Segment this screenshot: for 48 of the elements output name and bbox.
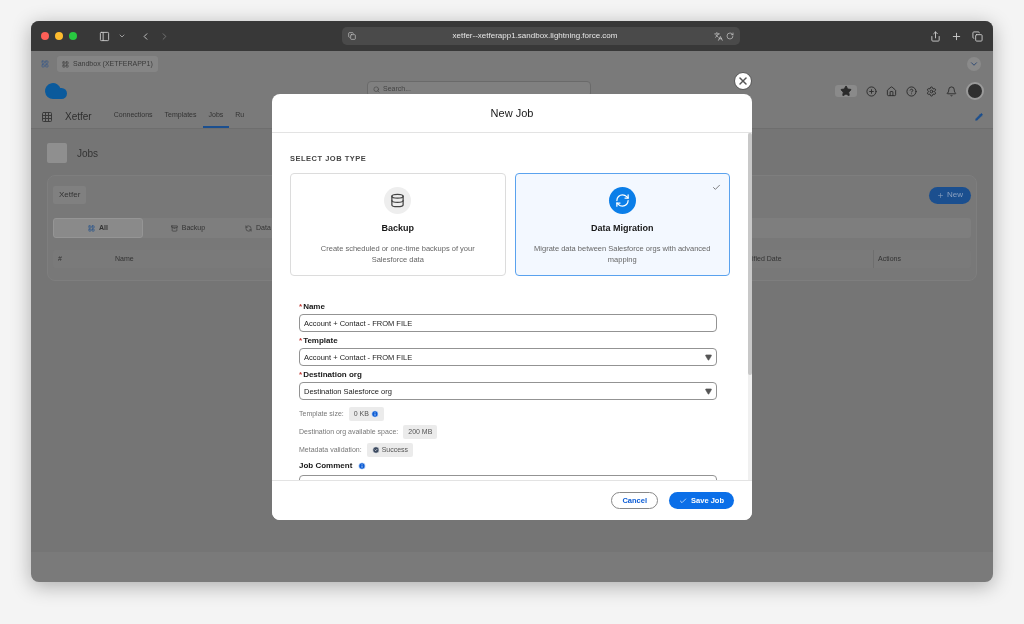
grid-icon	[62, 60, 69, 68]
close-icon	[737, 75, 749, 87]
database-icon	[384, 187, 412, 215]
share-icon[interactable]	[930, 30, 941, 42]
search-icon	[373, 85, 380, 93]
info-icon	[370, 410, 379, 419]
favorites-icon[interactable]	[835, 85, 857, 97]
close-button[interactable]	[734, 72, 752, 90]
card-title: Data Migration	[591, 222, 654, 236]
field-label: Template	[303, 336, 338, 347]
new-tab-icon[interactable]	[951, 30, 962, 42]
field-label: Name	[303, 302, 325, 313]
info-icon	[358, 462, 367, 471]
card-title: Backup	[381, 222, 414, 236]
caret-icon	[705, 353, 712, 361]
required-mark: *	[299, 370, 303, 381]
field-label: Destination org	[303, 370, 362, 381]
app-launcher-icon[interactable]	[41, 110, 53, 123]
add-icon[interactable]	[866, 85, 877, 97]
check-circle-icon	[371, 446, 380, 455]
bell-icon[interactable]	[946, 85, 957, 97]
card-badge: Xetfer	[53, 186, 87, 204]
help-icon[interactable]	[906, 85, 917, 97]
field-label: Job Comment	[299, 460, 353, 473]
avatar[interactable]	[966, 82, 984, 100]
required-mark: *	[299, 302, 303, 313]
grid-icon	[88, 224, 95, 232]
required-mark: *	[299, 336, 303, 347]
page-title: Jobs	[77, 146, 99, 161]
new-button[interactable]: New	[929, 186, 971, 204]
home-icon[interactable]	[886, 85, 897, 97]
check-icon	[712, 183, 721, 193]
sync-icon	[245, 224, 252, 232]
chevron-down-icon[interactable]	[118, 32, 126, 40]
modal-title: New Job	[490, 105, 534, 121]
translate-icon[interactable]	[714, 31, 723, 41]
reload-icon[interactable]	[726, 32, 734, 40]
app-name: Xetfer	[65, 110, 92, 124]
caret-icon	[705, 387, 712, 395]
edit-icon[interactable]	[975, 112, 983, 121]
check-icon	[679, 496, 688, 505]
settings-icon[interactable]	[926, 85, 937, 97]
tabs-icon[interactable]	[972, 30, 983, 42]
archive-icon	[170, 224, 178, 232]
address-bar[interactable]: xetfer--xetferapp1.sandbox.lightning.force.com	[342, 27, 740, 45]
sidebar-icon[interactable]	[99, 30, 110, 42]
sync-icon	[608, 187, 636, 215]
plus-icon	[937, 191, 944, 199]
